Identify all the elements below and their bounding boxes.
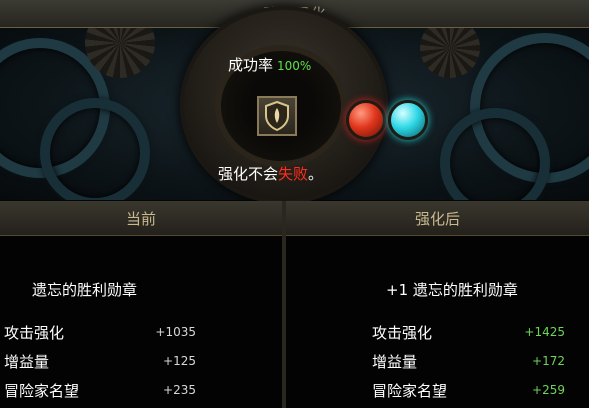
stat-value: +125 (163, 354, 196, 368)
note-suffix: 。 (308, 165, 324, 183)
stat-value: +235 (163, 383, 196, 397)
current-stat-row: 冒险家名望 +235 (0, 377, 282, 403)
stat-label: 攻击强化 (4, 323, 65, 342)
success-rate-value: 100% (277, 59, 312, 73)
stat-value: +172 (532, 354, 565, 368)
medal-slot[interactable] (257, 96, 297, 136)
medal-shield-icon (265, 101, 289, 131)
after-panel: 强化后 +1 遗忘的胜利勋章 攻击强化 +1425 增益量 +172 冒险家名望… (286, 201, 589, 408)
stat-label: 冒险家名望 (372, 381, 448, 400)
success-rate-label: 成功率 (228, 56, 274, 74)
stat-value: +259 (532, 383, 565, 397)
current-item-name: 遗忘的胜利勋章 (32, 281, 138, 299)
current-stat-row: 增益量 +125 (0, 348, 282, 374)
stat-label: 增益量 (4, 352, 50, 371)
current-panel: 当前 遗忘的胜利勋章 攻击强化 +1035 增益量 +125 冒险家名望 +23… (0, 201, 282, 408)
cyan-orb-icon[interactable] (388, 100, 428, 140)
stat-value: +1035 (155, 325, 196, 339)
after-stat-row: 增益量 +172 (286, 348, 589, 374)
stat-label: 攻击强化 (372, 323, 433, 342)
after-header-label: 强化后 (414, 209, 460, 228)
pipe-left-lower-decoration (40, 98, 150, 200)
stat-label: 冒险家名望 (4, 381, 80, 400)
after-header: 强化后 (286, 201, 589, 236)
after-stat-row: 冒险家名望 +259 (286, 377, 589, 403)
enhance-note: 强化不会失败。 (218, 163, 323, 184)
current-stat-row: 攻击强化 +1035 (0, 319, 282, 345)
note-warning: 失败 (278, 165, 309, 183)
current-header-label: 当前 (125, 209, 156, 228)
success-rate: 成功率 100% (228, 54, 311, 75)
stat-label: 增益量 (372, 352, 418, 371)
after-stat-row: 攻击强化 +1425 (286, 319, 589, 345)
medal-enhance-window: 勋章强化 成功率100% 强化不会失败。 当前 遗忘的胜利勋章 攻击强化 +10… (0, 0, 589, 408)
stat-value: +1425 (524, 325, 565, 339)
gear-right-icon (420, 28, 480, 78)
current-header: 当前 (0, 201, 282, 236)
red-orb-icon[interactable] (346, 100, 386, 140)
after-item-name: +1 遗忘的胜利勋章 (386, 281, 518, 299)
note-text: 强化不会 (218, 165, 279, 183)
